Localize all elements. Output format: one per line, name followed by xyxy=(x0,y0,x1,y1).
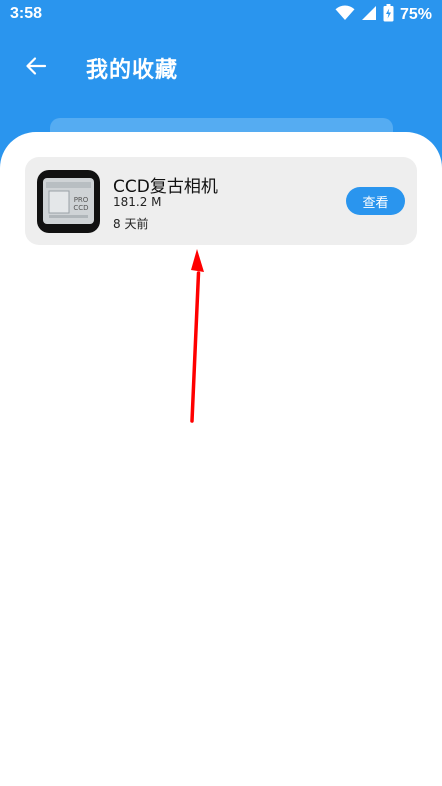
app-name: CCD复古相机 xyxy=(113,177,218,197)
app-icon-ccd-camera: PRO CCD xyxy=(37,170,100,233)
app-icon-text-ccd: CCD xyxy=(73,204,88,212)
signal-icon xyxy=(361,5,377,25)
app-size: 181.2 M xyxy=(113,195,162,209)
status-bar: 3:58 75% xyxy=(0,0,442,30)
annotation-arrow-icon xyxy=(190,249,204,423)
view-button[interactable]: 查看 xyxy=(346,187,405,215)
status-time: 3:58 xyxy=(10,5,43,22)
title-bar: 我的收藏 xyxy=(0,42,442,92)
wifi-icon xyxy=(335,5,355,25)
back-arrow-icon xyxy=(24,54,48,82)
battery-charging-icon xyxy=(383,4,394,26)
status-icons: 75% xyxy=(335,4,432,26)
back-button[interactable] xyxy=(20,52,52,84)
favorite-item-card[interactable]: PRO CCD CCD复古相机 181.2 M 8 天前 查看 xyxy=(25,157,417,245)
page-title: 我的收藏 xyxy=(86,58,179,83)
app-time-ago: 8 天前 xyxy=(113,217,149,231)
app-icon-text-pro: PRO xyxy=(74,196,89,204)
battery-percent: 75% xyxy=(399,6,432,23)
camera-icon: PRO CCD xyxy=(43,178,94,224)
